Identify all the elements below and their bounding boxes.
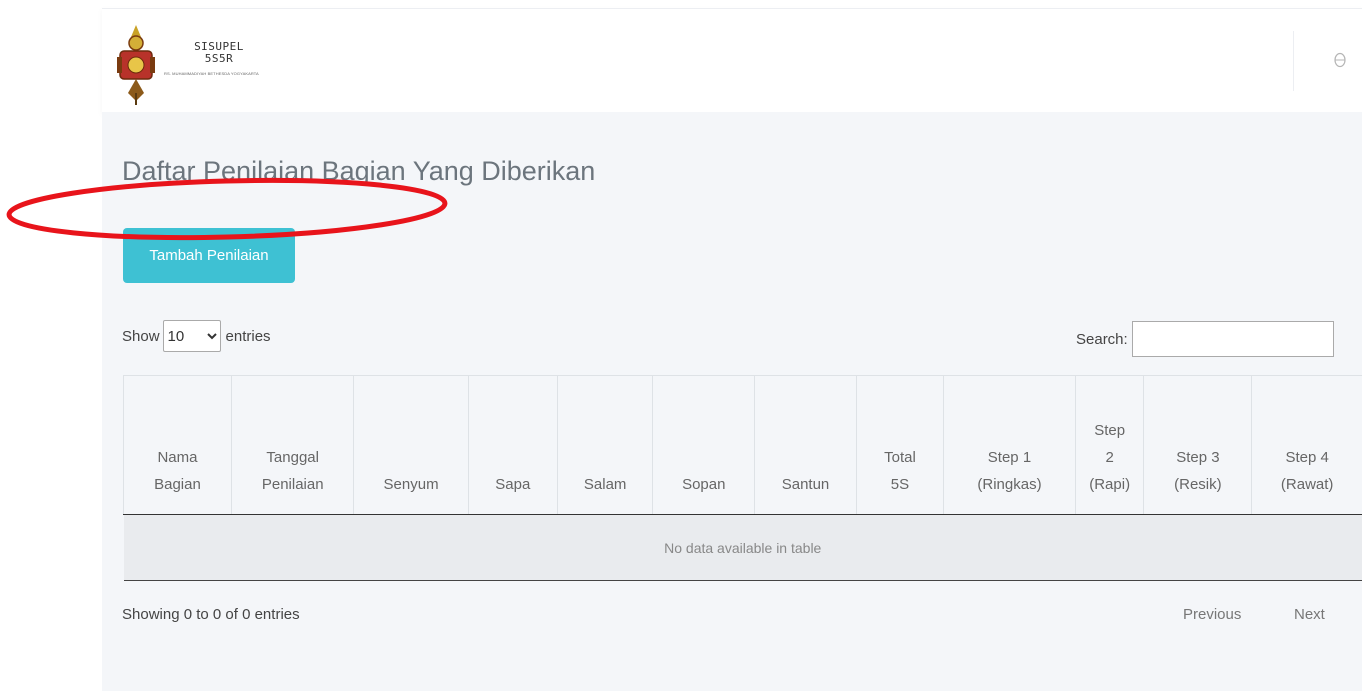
column-header-line: Tanggal <box>266 449 319 466</box>
previous-page-button[interactable]: Previous <box>1183 606 1241 623</box>
navbar-divider <box>1293 31 1294 91</box>
entries-label: entries <box>225 327 271 345</box>
search-label: Search: <box>1076 330 1128 348</box>
search-input[interactable] <box>1131 321 1334 357</box>
logo-subtitle: RS. MUHAMMADIYAH BETHESDA YOGYAKARTA <box>164 71 259 76</box>
column-header[interactable]: Sopan <box>652 375 756 515</box>
column-header-line: Step 4 <box>1285 449 1329 466</box>
column-header[interactable]: Step 4 (Rawat) <box>1251 375 1362 515</box>
column-header[interactable]: Nama Bagian <box>123 375 232 515</box>
table-header-row: Nama Bagian Tanggal Penilaian Senyum Sapa Sala… <box>123 375 1362 515</box>
column-header-line: (Rapi) <box>1089 476 1131 493</box>
column-header-line: Sapa <box>495 476 531 493</box>
search-control: Search: <box>1076 319 1334 359</box>
main-content: Daftar Penilaian Bagian Yang Diberikan T… <box>102 112 1362 691</box>
column-header[interactable]: Step 3 (Resik) <box>1143 375 1253 515</box>
table-info: Showing 0 to 0 of 0 entries <box>122 606 300 623</box>
column-header[interactable]: Salam <box>557 375 654 515</box>
column-header[interactable]: Santun <box>754 375 857 515</box>
column-header-line: (Resik) <box>1174 476 1222 493</box>
top-navbar: SISUPEL 5S5R RS. MUHAMMADIYAH BETHESDA Y… <box>102 8 1362 113</box>
column-header-line: Nama <box>157 449 198 466</box>
column-header-line: 2 <box>1105 449 1114 466</box>
emblem-icon <box>117 25 155 105</box>
column-header-line: Step <box>1094 422 1126 439</box>
column-header-line: 5S <box>890 476 910 493</box>
column-header-line: Salam <box>583 476 627 493</box>
column-header-line: (Ringkas) <box>977 476 1042 493</box>
column-header[interactable]: Step 2 (Rapi) <box>1075 375 1145 515</box>
assessment-table: Nama Bagian Tanggal Penilaian Senyum Sapa Sala… <box>123 375 1362 581</box>
column-header-line: (Rawat) <box>1280 476 1334 493</box>
user-circle-icon[interactable] <box>1334 52 1346 68</box>
column-header[interactable]: Step 1 (Ringkas) <box>943 375 1076 515</box>
column-header-line: Total <box>884 449 916 466</box>
page-length-control: Show 10 entries <box>122 318 271 354</box>
column-header[interactable]: Total 5S <box>856 375 945 515</box>
app-logo[interactable]: SISUPEL 5S5R RS. MUHAMMADIYAH BETHESDA Y… <box>114 21 264 105</box>
column-header-line: Step 1 <box>987 449 1032 466</box>
column-header-line: Sopan <box>682 476 726 493</box>
next-page-button[interactable]: Next <box>1294 606 1325 623</box>
column-header-line: Penilaian <box>261 476 324 493</box>
column-header[interactable]: Sapa <box>468 375 558 515</box>
empty-table-message: No data available in table <box>123 514 1362 581</box>
page-length-select[interactable]: 10 <box>162 320 221 352</box>
column-header[interactable]: Senyum <box>353 375 469 515</box>
page-title: Daftar Penilaian Bagian Yang Diberikan <box>122 156 596 186</box>
logo-title: SISUPEL 5S5R <box>194 40 244 65</box>
column-header-line: Step 3 <box>1176 449 1220 466</box>
table-row: No data available in table <box>123 514 1362 581</box>
show-label: Show <box>122 327 160 345</box>
column-header-line: Bagian <box>154 476 201 493</box>
add-assessment-button[interactable]: Tambah Penilaian <box>123 228 295 283</box>
column-header-line: Santun <box>781 476 830 493</box>
column-header[interactable]: Tanggal Penilaian <box>231 375 355 515</box>
column-header-line: Senyum <box>383 476 439 493</box>
